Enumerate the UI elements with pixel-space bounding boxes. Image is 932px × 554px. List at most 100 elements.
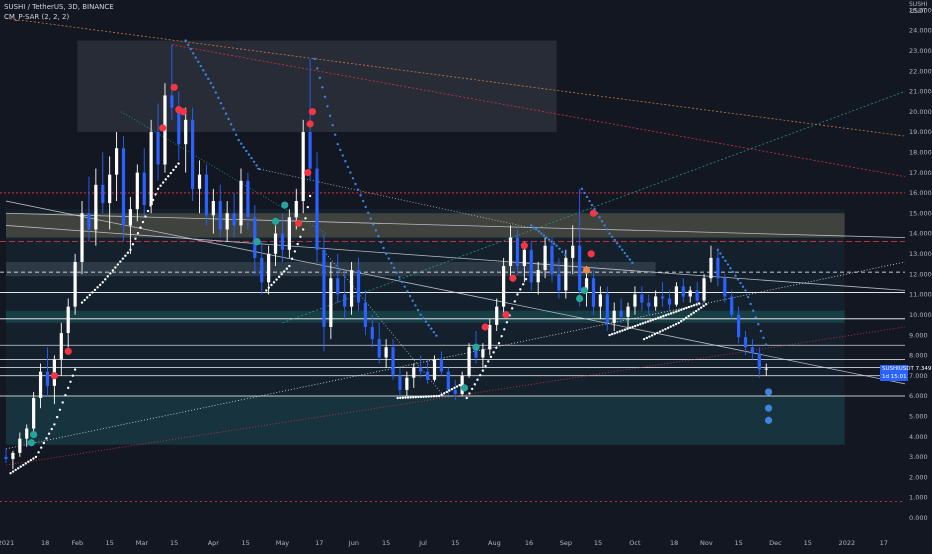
candle-body: [225, 213, 229, 230]
candle-body: [543, 245, 547, 271]
y-tick-label: 21.000: [909, 88, 932, 96]
psar-dot: [476, 378, 479, 381]
psar-dot: [346, 165, 350, 169]
candle-body: [598, 294, 602, 307]
y-tick-label: 4.000: [909, 433, 928, 441]
psar-dot: [669, 325, 672, 328]
candle-body: [184, 119, 188, 145]
candle-body: [121, 148, 126, 226]
candle-body: [142, 172, 146, 206]
signal-dot: [304, 169, 312, 177]
candle-body: [550, 245, 554, 275]
psar-dot: [384, 252, 388, 256]
psar-dot: [275, 278, 278, 281]
candle-body: [246, 180, 250, 218]
psar-dot: [119, 260, 122, 263]
signal-dot: [589, 209, 598, 217]
psar-dot: [680, 308, 683, 312]
psar-dot: [328, 114, 332, 117]
psar-dot: [308, 194, 312, 198]
candle-body: [432, 359, 437, 380]
candle-body: [308, 132, 312, 169]
candle-body: [336, 278, 340, 295]
psar-dot: [510, 307, 514, 310]
signal-dot: [460, 384, 469, 392]
psar-dot: [121, 257, 125, 260]
psar-dot: [414, 395, 417, 399]
psar-dot: [685, 306, 688, 310]
signal-dot: [281, 201, 289, 209]
bar-countdown: 1d 15:01: [880, 372, 908, 381]
psar-dot: [197, 60, 200, 64]
psar-dot: [134, 237, 137, 240]
candle-body: [578, 245, 582, 291]
signal-dot: [509, 274, 517, 282]
chart-area[interactable]: 0.000 1.000 2.000 3.000 4.000 5.000 6.000 7.000…: [0, 0, 932, 550]
psar-dot: [67, 386, 70, 390]
psar-dot: [424, 395, 428, 398]
psar-dot: [255, 164, 258, 167]
psar-dot: [234, 133, 238, 137]
psar-dot: [468, 392, 471, 395]
candle-body: [419, 367, 423, 372]
psar-dot: [283, 270, 286, 273]
candle-body: [363, 302, 367, 327]
psar-dot: [149, 204, 152, 207]
x-tick-label: 17: [880, 539, 888, 547]
psar-dot: [331, 124, 334, 127]
psar-dot: [430, 395, 433, 398]
candle-body: [156, 132, 160, 165]
signal-dot: [271, 217, 280, 225]
psar-dot: [646, 320, 650, 323]
signal-dot: [764, 404, 773, 412]
psar-dot: [69, 380, 72, 383]
psar-dot: [682, 307, 686, 311]
psar-dot: [656, 331, 659, 335]
signal-dot: [472, 343, 480, 351]
psar-dot: [323, 95, 327, 99]
psar-dot: [126, 251, 130, 254]
psar-dot: [427, 324, 430, 327]
candle-body: [571, 245, 575, 258]
psar-dot: [250, 156, 253, 160]
psar-dot: [400, 280, 404, 284]
candle-body: [211, 201, 215, 216]
psar-dot: [658, 330, 662, 333]
candle-body: [80, 213, 84, 262]
signal-dot: [30, 430, 38, 439]
psar-dot: [654, 317, 657, 321]
psar-dot: [443, 392, 446, 395]
psar-dot: [372, 223, 375, 226]
psar-dot: [450, 388, 454, 391]
psar-dot: [674, 322, 678, 326]
psar-dot: [731, 270, 735, 274]
x-tick-label: 15: [451, 539, 459, 547]
candle-body: [356, 270, 361, 303]
psar-dot: [144, 215, 147, 218]
signal-dot: [576, 294, 584, 303]
candle-body: [384, 347, 388, 358]
candlestick-chart[interactable]: 0.000 1.000 2.000 3.000 4.000 5.000 6.000 7.000…: [0, 0, 932, 550]
psar-dot: [613, 332, 616, 335]
candle-body: [674, 286, 679, 305]
candle-body: [481, 349, 485, 358]
psar-dot: [299, 235, 302, 238]
psar-dot: [242, 146, 246, 149]
candle-body: [11, 452, 15, 459]
candle-body: [267, 253, 271, 283]
psar-dot: [465, 396, 468, 400]
psar-dot: [478, 373, 482, 377]
candle-body: [619, 310, 623, 317]
x-axis: 2021 18 Feb 15 Mar 15 Apr 15 May 17 Jun 15 Jul 15 Aug 1…: [0, 539, 888, 547]
x-tick-label: 16: [525, 539, 533, 547]
psar-dot: [687, 314, 690, 318]
psar-dot: [580, 187, 584, 191]
psar-dot: [199, 64, 202, 68]
psar-dot: [505, 321, 509, 324]
psar-dot: [341, 154, 345, 157]
psar-dot: [484, 364, 487, 368]
signal-dot: [520, 242, 528, 250]
psar-dot: [27, 460, 30, 463]
currency-label[interactable]: SUSHI USDT: [909, 1, 927, 15]
psar-dot: [684, 316, 688, 320]
